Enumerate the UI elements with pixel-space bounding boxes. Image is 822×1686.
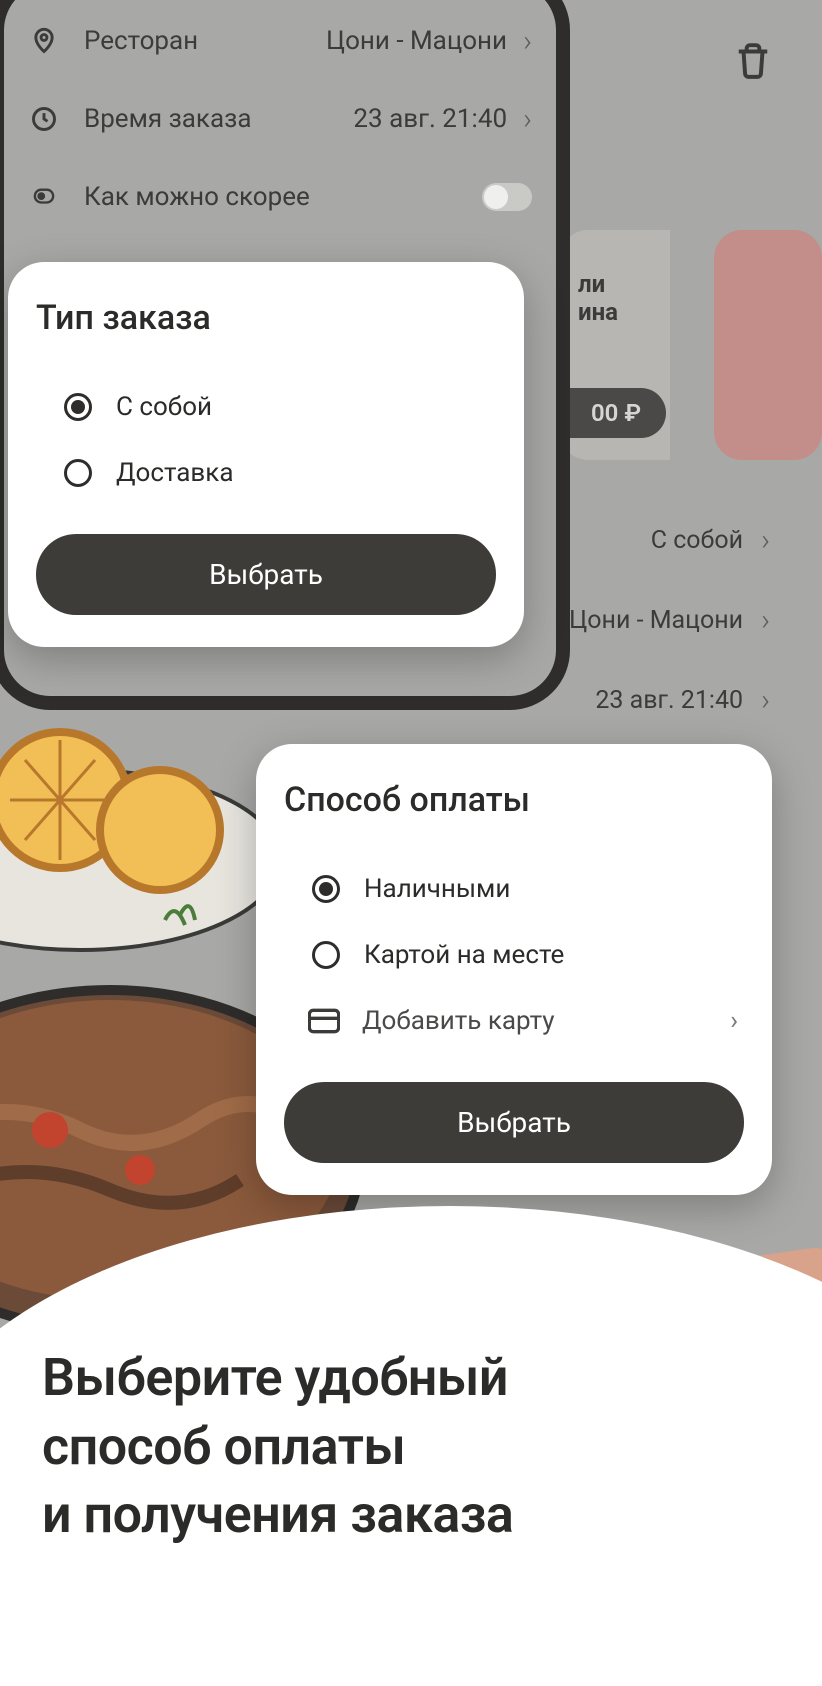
summary-type-value: С собой: [651, 526, 743, 555]
card-icon: [308, 1008, 340, 1034]
payment-cash[interactable]: Наличными: [284, 856, 744, 922]
payment-method-modal: Способ оплаты Наличными Картой на месте …: [256, 744, 772, 1195]
heading-line2: способ оплаты: [42, 1413, 513, 1482]
restaurant-row[interactable]: Ресторан Цони - Мацони ›: [28, 2, 532, 80]
time-row[interactable]: Время заказа 23 авг. 21:40 ›: [28, 80, 532, 158]
chevron-right-icon: ›: [730, 1006, 738, 1036]
order-type-delivery[interactable]: Доставка: [36, 440, 496, 506]
phone1-settings: Ресторан Цони - Мацони › Время заказа 23…: [4, 0, 556, 264]
product-card-fragment-2: [714, 230, 822, 460]
heading-line1: Выберите удобный: [42, 1344, 513, 1413]
time-label: Время заказа: [84, 104, 251, 134]
payment-title: Способ оплаты: [284, 780, 744, 820]
order-type-modal: Тип заказа С собой Доставка Выбрать: [8, 262, 524, 647]
payment-card-onsite[interactable]: Картой на месте: [284, 922, 744, 988]
location-pin-icon: [28, 25, 60, 57]
chevron-right-icon: ›: [523, 102, 532, 137]
radio-icon: [312, 941, 340, 969]
price-pill-fragment: 00 ₽: [560, 388, 666, 438]
radio-selected-icon: [312, 875, 340, 903]
summary-time-value: 23 авг. 21:40: [595, 686, 743, 715]
chevron-right-icon: ›: [761, 523, 770, 558]
product-text1: ли: [578, 270, 654, 298]
eye-icon: [28, 181, 60, 213]
chevron-right-icon: ›: [523, 24, 532, 59]
order-type-pickup-label: С собой: [116, 392, 212, 422]
asap-toggle[interactable]: [482, 183, 532, 211]
chevron-right-icon: ›: [761, 603, 770, 638]
clock-icon: [28, 103, 60, 135]
asap-row: Как можно скорее: [28, 158, 532, 236]
order-type-pickup[interactable]: С собой: [36, 374, 496, 440]
add-card-label: Добавить карту: [362, 1006, 730, 1036]
asap-label: Как можно скорее: [84, 182, 310, 212]
payment-select-button[interactable]: Выбрать: [284, 1082, 744, 1163]
order-type-delivery-label: Доставка: [116, 458, 234, 488]
order-type-title: Тип заказа: [36, 298, 496, 338]
payment-cash-label: Наличными: [364, 874, 510, 904]
summary-restaurant-value: Цони - Мацони: [569, 606, 743, 635]
radio-selected-icon: [64, 393, 92, 421]
restaurant-value: Цони - Мацони: [326, 26, 507, 56]
payment-add-card[interactable]: Добавить карту ›: [284, 988, 744, 1054]
promo-heading: Выберите удобный способ оплаты и получен…: [42, 1344, 513, 1550]
restaurant-label: Ресторан: [84, 26, 198, 56]
chevron-right-icon: ›: [761, 683, 770, 718]
heading-line3: и получения заказа: [42, 1481, 513, 1550]
time-value: 23 авг. 21:40: [353, 104, 507, 134]
payment-card-onsite-label: Картой на месте: [364, 940, 564, 970]
product-text2: ина: [578, 298, 654, 326]
order-type-select-button[interactable]: Выбрать: [36, 534, 496, 615]
trash-icon[interactable]: [734, 40, 772, 82]
radio-icon: [64, 459, 92, 487]
